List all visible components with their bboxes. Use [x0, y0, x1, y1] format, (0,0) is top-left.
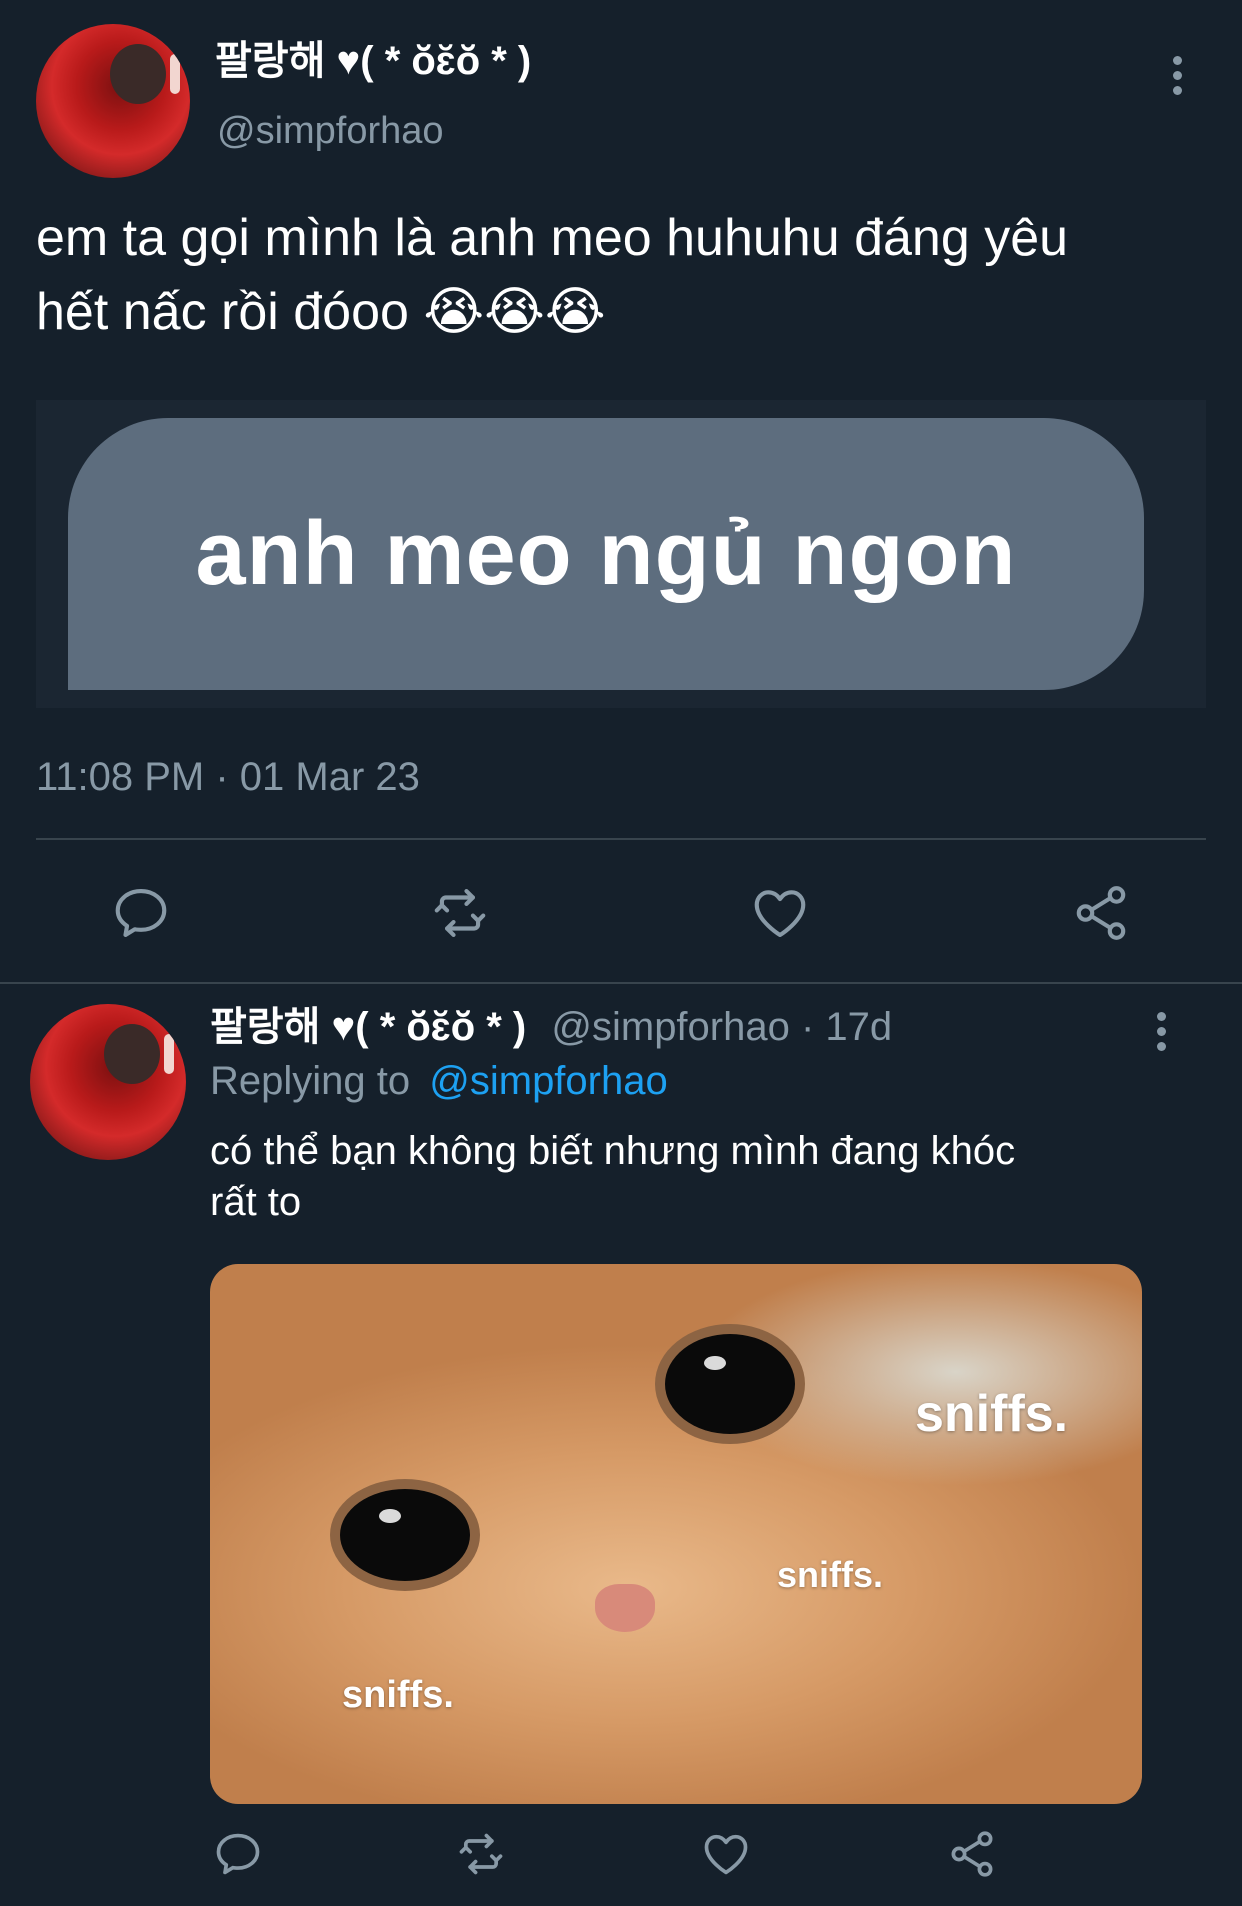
- reply-text-line-1: có thể bạn không biết nhưng mình đang kh…: [210, 1129, 1016, 1173]
- avatar-head: [104, 1024, 160, 1084]
- reply-text-line-2: rất to: [210, 1180, 302, 1224]
- cat-eye: [340, 1489, 470, 1581]
- sniffs-text: sniffs.: [342, 1674, 454, 1716]
- sniffs-text: sniffs.: [915, 1385, 1069, 1443]
- retweet-icon[interactable]: [428, 882, 492, 944]
- display-name[interactable]: 팔랑해 ♥( * ŏ̆ɛ̆ŏ̆ * ): [210, 1005, 526, 1049]
- like-icon[interactable]: [700, 1828, 752, 1880]
- reply-icon[interactable]: [212, 1828, 264, 1880]
- timestamp[interactable]: 11:08 PM · 01 Mar 23: [36, 752, 420, 802]
- avatar-head: [110, 44, 166, 104]
- share-icon[interactable]: [946, 1828, 998, 1880]
- tweet-text-line-1: em ta gọi mình là anh meo huhuhu đáng yê…: [36, 209, 1069, 267]
- replying-handle-link[interactable]: @simpforhao: [429, 1059, 667, 1103]
- retweet-icon[interactable]: [454, 1828, 508, 1880]
- avatar[interactable]: [36, 24, 190, 178]
- divider: [36, 838, 1206, 840]
- chat-bubble-text: anh meo ngủ ngon: [195, 503, 1017, 604]
- more-options-icon[interactable]: [1155, 1012, 1167, 1051]
- replying-prefix: Replying to: [210, 1059, 411, 1103]
- avatar-stripe: [164, 1034, 174, 1074]
- reply-header: 팔랑해 ♥( * ŏ̆ɛ̆ŏ̆ * ) @simpforhao · 17d: [210, 1002, 892, 1052]
- replying-to: Replying to @simpforhao: [210, 1056, 668, 1106]
- like-icon[interactable]: [748, 882, 812, 944]
- avatar[interactable]: [30, 1004, 186, 1160]
- reply-icon[interactable]: [110, 882, 172, 944]
- section-divider: [0, 982, 1242, 984]
- tweet-image[interactable]: anh meo ngủ ngon: [36, 400, 1206, 708]
- more-options-icon[interactable]: [1171, 56, 1183, 95]
- handle[interactable]: @simpforhao: [217, 108, 444, 154]
- sniffs-text: sniffs.: [777, 1554, 884, 1595]
- cat-nose: [595, 1584, 655, 1632]
- tweet-text-line-2: hết nấc rồi đóoo 😭😭😭: [36, 283, 606, 341]
- cat-eye: [665, 1334, 795, 1434]
- handle-time[interactable]: @simpforhao · 17d: [551, 1005, 892, 1049]
- display-name[interactable]: 팔랑해 ♥( * ŏ̆ɛ̆ŏ̆ * ): [215, 36, 531, 86]
- share-icon[interactable]: [1070, 882, 1132, 944]
- cat-image[interactable]: sniffs. sniffs. sniffs.: [210, 1264, 1142, 1804]
- chat-bubble: anh meo ngủ ngon: [68, 418, 1144, 690]
- avatar-stripe: [170, 54, 180, 94]
